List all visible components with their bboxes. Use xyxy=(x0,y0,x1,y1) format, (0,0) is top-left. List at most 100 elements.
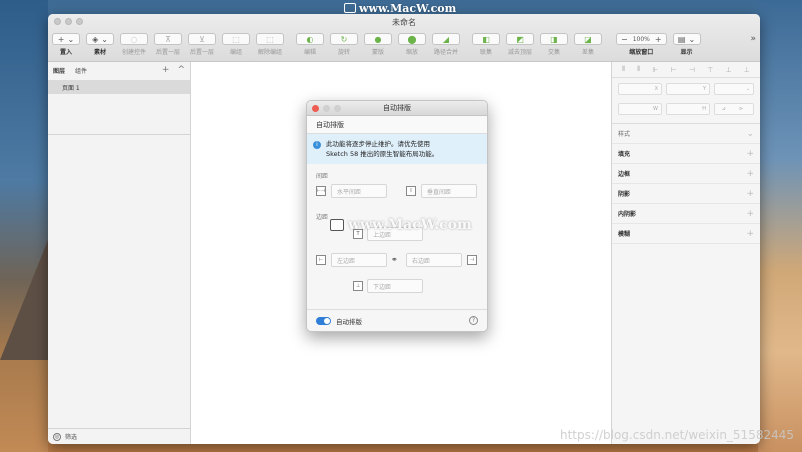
flatten-icon: ◢ xyxy=(442,34,450,44)
assets-tool[interactable]: ◈ ⌄ 素材 xyxy=(86,33,114,56)
vertical-spacing-input[interactable]: 垂直间距 xyxy=(421,184,477,198)
move-forward-button[interactable]: ⊼ xyxy=(154,33,182,45)
view-tool[interactable]: ▤ ⌄ 显示 xyxy=(672,33,701,56)
insert-tool[interactable]: + ⌄ 置入 xyxy=(52,33,80,56)
add-border-icon[interactable]: + xyxy=(746,169,754,179)
union-button[interactable]: ◧ xyxy=(472,33,500,45)
create-component-button[interactable]: ◌ xyxy=(120,33,148,45)
shadow-row[interactable]: 阴影 + xyxy=(612,184,760,204)
scale-label: 缩放 xyxy=(405,49,418,56)
watermark-top: www.MacW.com xyxy=(344,1,456,15)
ungroup-tool[interactable]: ⬚ 解除编组 xyxy=(256,33,284,56)
difference-button[interactable]: ◪ xyxy=(574,33,602,45)
edit-tool[interactable]: ◐ 编辑 xyxy=(296,33,324,56)
mask-tool[interactable]: ● 蒙版 xyxy=(364,33,392,56)
move-backward-button[interactable]: ⊻ xyxy=(188,33,216,45)
flip-horizontal-icon[interactable]: ⊳ xyxy=(739,106,743,112)
chevron-down-icon: ⌄ xyxy=(67,34,75,44)
move-forward-tool[interactable]: ⊼ 后置一层 xyxy=(154,33,182,56)
align-right-icon[interactable]: ⊣ xyxy=(689,66,695,74)
border-row[interactable]: 边框 + xyxy=(612,164,760,184)
style-section: 样式 ⌄ 填充 + 边框 + 阴影 + 内阴影 + 模糊 + xyxy=(612,123,760,244)
bottom-padding-input[interactable]: 下边距 xyxy=(367,279,423,293)
create-component-tool[interactable]: ◌ 创建控件 xyxy=(120,33,148,56)
help-button[interactable]: ? xyxy=(469,316,478,325)
y-field[interactable]: Y xyxy=(666,83,710,95)
align-top-icon[interactable]: ⊤ xyxy=(707,66,713,74)
more-tools[interactable]: » xyxy=(750,33,756,44)
align-center-icon[interactable]: ⊢ xyxy=(671,66,677,74)
subtract-tool[interactable]: ◩ 减去顶层 xyxy=(506,33,534,56)
align-left-icon[interactable]: ⊩ xyxy=(652,66,658,74)
rotate-tool[interactable]: ↻ 旋转 xyxy=(330,33,358,56)
auto-layout-toggle[interactable] xyxy=(316,316,331,325)
dialog-close-button[interactable] xyxy=(312,105,319,112)
tab-components[interactable]: 组件 xyxy=(75,66,87,75)
distribute-horizontal-icon[interactable]: ⫴ xyxy=(622,65,625,74)
flatten-button[interactable]: ◢ xyxy=(432,33,460,45)
flatten-tool[interactable]: ◢ 路径合并 xyxy=(432,33,460,56)
subtract-label: 减去顶层 xyxy=(507,49,532,56)
add-page-button[interactable]: + xyxy=(162,65,170,75)
width-field[interactable]: W xyxy=(618,103,662,115)
layers-panel-tabs: 图层 组件 + ^ xyxy=(48,62,190,78)
filter-bar[interactable]: ◎ 筛选 xyxy=(48,428,190,444)
align-middle-icon[interactable]: ⊥ xyxy=(725,66,731,74)
right-padding-input[interactable]: 右边距 xyxy=(406,253,462,267)
view-button[interactable]: ▤ ⌄ xyxy=(672,33,701,45)
style-header[interactable]: 样式 ⌄ xyxy=(612,124,760,144)
intersect-button[interactable]: ◨ xyxy=(540,33,568,45)
link-icon[interactable]: ⚭ xyxy=(391,255,398,264)
fill-label: 填充 xyxy=(618,151,631,158)
align-bottom-icon[interactable]: ⊥ xyxy=(744,66,750,74)
height-field[interactable]: H xyxy=(666,103,710,115)
intersect-tool[interactable]: ◨ 交集 xyxy=(540,33,568,56)
blur-row[interactable]: 模糊 + xyxy=(612,224,760,244)
distribute-vertical-icon[interactable]: ⫴ xyxy=(637,65,640,74)
scale-tool[interactable]: ⬤ 缩放 xyxy=(398,33,426,56)
chevron-down-icon: ⌄ xyxy=(101,34,108,44)
move-backward-tool[interactable]: ⊻ 后置一层 xyxy=(188,33,216,56)
filter-icon: ◎ xyxy=(53,432,61,441)
ungroup-button[interactable]: ⬚ xyxy=(256,33,284,45)
group-button[interactable]: ⬚ xyxy=(222,33,250,45)
view-label: 显示 xyxy=(680,49,693,56)
add-shadow-icon[interactable]: + xyxy=(746,189,754,199)
titlebar: 未命名 + ⌄ 置入 ◈ ⌄ 素材 ◌ 创建控件 ⊼ 后置一层 ⊻ 后置一层 ⬚… xyxy=(48,14,760,62)
edit-button[interactable]: ◐ xyxy=(296,33,324,45)
difference-label: 差集 xyxy=(581,49,594,56)
union-tool[interactable]: ◧ 联集 xyxy=(472,33,500,56)
mask-button[interactable]: ● xyxy=(364,33,392,45)
difference-tool[interactable]: ◪ 差集 xyxy=(574,33,602,56)
add-inner-shadow-icon[interactable]: + xyxy=(746,209,754,219)
chevron-down-icon: ⌄ xyxy=(746,128,754,139)
more-tools-icon[interactable]: » xyxy=(750,34,756,44)
rotation-field[interactable]: ⌄ xyxy=(714,83,754,95)
horizontal-spacing-input[interactable]: 水平间距 xyxy=(331,184,387,198)
collapse-pages-button[interactable]: ^ xyxy=(177,65,185,75)
inner-shadow-row[interactable]: 内阴影 + xyxy=(612,204,760,224)
rotate-button[interactable]: ↻ xyxy=(330,33,358,45)
tab-layers[interactable]: 图层 xyxy=(53,66,65,75)
scale-button[interactable]: ⬤ xyxy=(398,33,426,45)
flip-vertical-icon[interactable]: ⊿ xyxy=(722,106,726,112)
left-padding-input[interactable]: 左边距 xyxy=(331,253,387,267)
flip-buttons[interactable]: ⊿ ⊳ xyxy=(714,103,754,115)
group-tool[interactable]: ⬚ 编组 xyxy=(222,33,250,56)
blur-label: 模糊 xyxy=(618,231,631,238)
layers-actions: + ^ xyxy=(162,65,185,75)
watermark-middle: www.MacW.com xyxy=(330,217,472,233)
toolbar: +⌄ 置入 ◈⌄ 素材 ◌ 创建控件 ⊼ 后置一层 ⊻ 后置一层 ⬚ 编组 xyxy=(52,33,756,61)
add-fill-icon[interactable]: + xyxy=(746,149,754,159)
fill-row[interactable]: 填充 + xyxy=(612,144,760,164)
page-list-item[interactable]: 页面 1 xyxy=(48,80,190,94)
watermark-bottom: https://blog.csdn.net/weixin_51582445 xyxy=(559,428,794,442)
x-field[interactable]: X xyxy=(618,83,662,95)
insert-button[interactable]: + ⌄ xyxy=(52,33,80,45)
add-blur-icon[interactable]: + xyxy=(746,229,754,239)
zoom-in-button[interactable]: + xyxy=(655,35,662,44)
zoom-out-button[interactable]: − xyxy=(621,35,628,44)
subtract-button[interactable]: ◩ xyxy=(506,33,534,45)
auto-layout-toggle-label: 自动排版 xyxy=(336,317,362,326)
assets-button[interactable]: ◈ ⌄ xyxy=(86,33,114,45)
